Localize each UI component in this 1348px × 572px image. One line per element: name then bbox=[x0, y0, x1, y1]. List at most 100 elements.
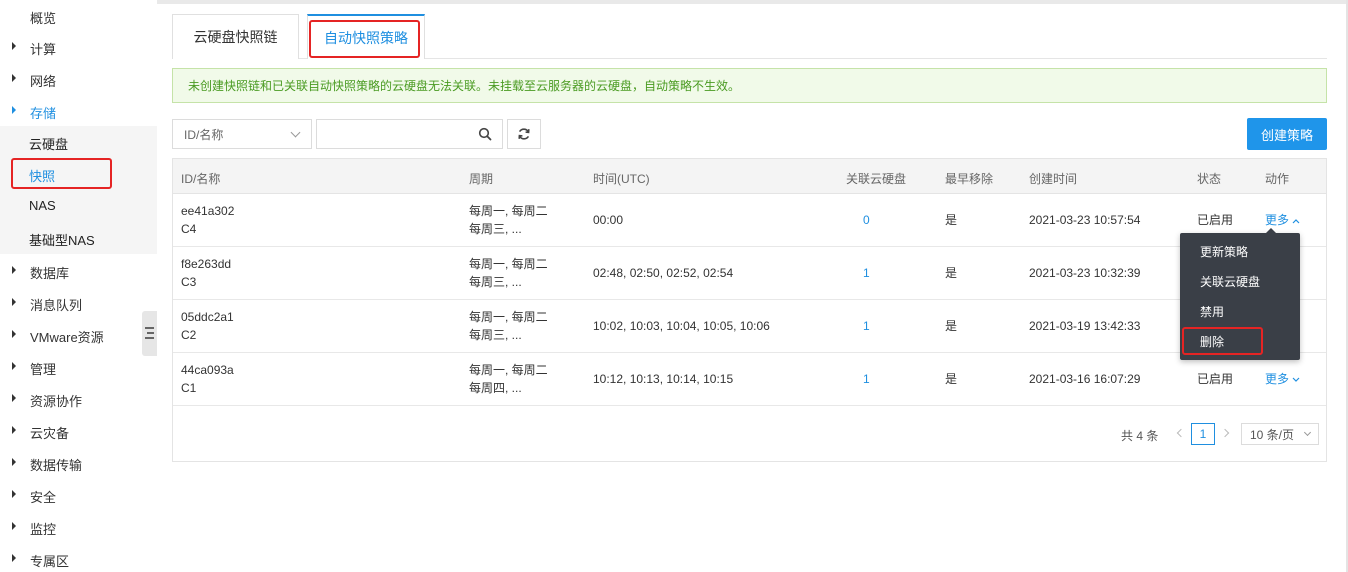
row-disks-link[interactable]: 1 bbox=[863, 264, 870, 282]
chevron-down-icon bbox=[290, 127, 301, 138]
status-badge: 已启用 bbox=[1197, 213, 1234, 227]
tab-snapshot-chain[interactable]: 云硬盘快照链 bbox=[172, 14, 299, 59]
tab-label: 云硬盘快照链 bbox=[193, 29, 278, 45]
highlight-box-snapshot bbox=[11, 158, 112, 189]
row-name: C3 bbox=[181, 275, 197, 289]
pagination-total: 共 4 条 bbox=[1121, 429, 1159, 443]
row-period-more: 每周三, ... bbox=[469, 222, 522, 236]
menu-item-update-policy[interactable]: 更新策略 bbox=[1180, 236, 1300, 266]
sidebar-subitem-cloud-disk[interactable]: 云硬盘 bbox=[0, 126, 157, 158]
sidebar-item-label: 资源协作 bbox=[30, 393, 83, 409]
page-size-value: 10 条/页 bbox=[1250, 427, 1295, 442]
row-period-more: 每周三, ... bbox=[469, 328, 522, 342]
sidebar-subitem-basic-nas[interactable]: 基础型NAS bbox=[0, 222, 157, 254]
sidebar-item-monitoring[interactable]: 监控 bbox=[0, 512, 157, 544]
menu-item-disable[interactable]: 禁用 bbox=[1180, 296, 1300, 326]
caret-right-icon bbox=[12, 74, 16, 82]
menu-collapse-icon-bar bbox=[147, 332, 154, 334]
sidebar-collapse-handle[interactable] bbox=[142, 311, 157, 356]
notice-text: 未创建快照链和已关联自动快照策略的云硬盘无法关联。未挂载至云服务器的云硬盘，自动… bbox=[188, 79, 741, 93]
sidebar: 概览 计算 网络 存储 云硬盘 快照 NAS 基础型NAS 数据库 消息队列 V… bbox=[0, 0, 157, 572]
search-icon[interactable] bbox=[478, 127, 492, 141]
create-policy-button[interactable]: 创建策略 bbox=[1247, 118, 1327, 150]
caret-right-icon bbox=[12, 42, 16, 50]
menu-collapse-icon-bar bbox=[145, 337, 154, 339]
row-id: 05ddc2a1 bbox=[181, 310, 234, 324]
chevron-down-icon bbox=[1303, 428, 1312, 437]
sidebar-item-message-queue[interactable]: 消息队列 bbox=[0, 288, 157, 320]
sidebar-item-label: 消息队列 bbox=[30, 297, 83, 313]
row-period: 每周一, 每周二 bbox=[469, 204, 548, 218]
column-header-action: 动作 bbox=[1265, 172, 1290, 186]
column-header-time: 时间(UTC) bbox=[593, 172, 650, 186]
sidebar-item-compute[interactable]: 计算 bbox=[0, 32, 157, 64]
sidebar-item-label: 数据传输 bbox=[30, 457, 83, 473]
sidebar-item-label: 专属区 bbox=[30, 553, 70, 569]
row-id: ee41a302 bbox=[181, 204, 235, 218]
sidebar-item-label: 云灾备 bbox=[30, 425, 70, 441]
sidebar-item-network[interactable]: 网络 bbox=[0, 64, 157, 96]
caret-right-icon bbox=[12, 426, 16, 434]
sidebar-item-label: 存储 bbox=[30, 105, 57, 121]
caret-right-icon bbox=[12, 330, 16, 338]
pagination-page-1[interactable]: 1 bbox=[1191, 423, 1215, 445]
table-row: f8e263dd C3 每周一, 每周二 每周三, ... 02:48, 02:… bbox=[173, 247, 1326, 300]
row-name: C4 bbox=[181, 222, 197, 236]
row-period-more: 每周四, ... bbox=[469, 381, 522, 395]
row-disks-link[interactable]: 1 bbox=[863, 317, 870, 335]
caret-right-icon bbox=[12, 522, 16, 530]
row-period: 每周一, 每周二 bbox=[469, 310, 548, 324]
column-header-period: 周期 bbox=[469, 172, 494, 186]
page-size-select[interactable]: 10 条/页 bbox=[1241, 423, 1319, 445]
column-header-disks: 关联云硬盘 bbox=[846, 172, 907, 186]
column-header-earliest: 最早移除 bbox=[945, 172, 994, 186]
sidebar-item-resource-collab[interactable]: 资源协作 bbox=[0, 384, 157, 416]
row-created: 2021-03-19 13:42:33 bbox=[1029, 319, 1141, 333]
refresh-icon bbox=[518, 128, 530, 140]
filter-select-value: ID/名称 bbox=[184, 127, 224, 142]
sidebar-item-label: 管理 bbox=[30, 361, 57, 377]
row-period-more: 每周三, ... bbox=[469, 275, 522, 289]
search-input[interactable] bbox=[316, 119, 503, 149]
sidebar-item-database[interactable]: 数据库 bbox=[0, 256, 157, 288]
refresh-button[interactable] bbox=[507, 119, 541, 149]
row-time: 10:02, 10:03, 10:04, 10:05, 10:06 bbox=[593, 319, 770, 333]
sidebar-item-vmware[interactable]: VMware资源 bbox=[0, 320, 157, 352]
status-badge: 已启用 bbox=[1197, 372, 1234, 386]
caret-right-icon bbox=[12, 394, 16, 402]
sidebar-subitem-nas[interactable]: NAS bbox=[0, 190, 157, 222]
caret-right-icon bbox=[12, 490, 16, 498]
sidebar-item-management[interactable]: 管理 bbox=[0, 352, 157, 384]
caret-right-icon bbox=[12, 458, 16, 466]
sidebar-item-dedicated-zone[interactable]: 专属区 bbox=[0, 544, 157, 572]
more-action-button[interactable]: 更多 bbox=[1265, 370, 1300, 388]
filter-select[interactable]: ID/名称 bbox=[172, 119, 312, 149]
row-disks-link[interactable]: 0 bbox=[863, 211, 870, 229]
row-created: 2021-03-23 10:32:39 bbox=[1029, 266, 1141, 280]
menu-item-attach-disk[interactable]: 关联云硬盘 bbox=[1180, 266, 1300, 296]
caret-right-icon bbox=[12, 554, 16, 562]
sidebar-item-storage[interactable]: 存储 bbox=[0, 96, 157, 128]
menu-collapse-icon bbox=[145, 327, 154, 329]
sidebar-item-data-transfer[interactable]: 数据传输 bbox=[0, 448, 157, 480]
caret-right-icon bbox=[12, 106, 16, 114]
table-row: 44ca093a C1 每周一, 每周二 每周四, ... 10:12, 10:… bbox=[173, 353, 1326, 406]
row-earliest: 是 bbox=[945, 372, 958, 386]
chevron-down-icon bbox=[1292, 377, 1300, 382]
row-period: 每周一, 每周二 bbox=[469, 363, 548, 377]
sidebar-item-security[interactable]: 安全 bbox=[0, 480, 157, 512]
row-earliest: 是 bbox=[945, 266, 958, 280]
more-label: 更多 bbox=[1265, 372, 1290, 386]
row-created: 2021-03-16 16:07:29 bbox=[1029, 372, 1141, 386]
more-action-button[interactable]: 更多 bbox=[1265, 211, 1300, 229]
row-earliest: 是 bbox=[945, 319, 958, 333]
row-disks-link[interactable]: 1 bbox=[863, 370, 870, 388]
row-name: C2 bbox=[181, 328, 197, 342]
sidebar-item-disaster-recovery[interactable]: 云灾备 bbox=[0, 416, 157, 448]
sidebar-item-label: 安全 bbox=[30, 489, 57, 505]
caret-right-icon bbox=[12, 266, 16, 274]
row-period: 每周一, 每周二 bbox=[469, 257, 548, 271]
policy-table: ID/名称 周期 时间(UTC) 关联云硬盘 最早移除 创建时间 状态 动作 e… bbox=[172, 158, 1327, 462]
sidebar-subitem-label: NAS bbox=[29, 198, 56, 213]
sidebar-item-overview[interactable]: 概览 bbox=[0, 1, 157, 33]
